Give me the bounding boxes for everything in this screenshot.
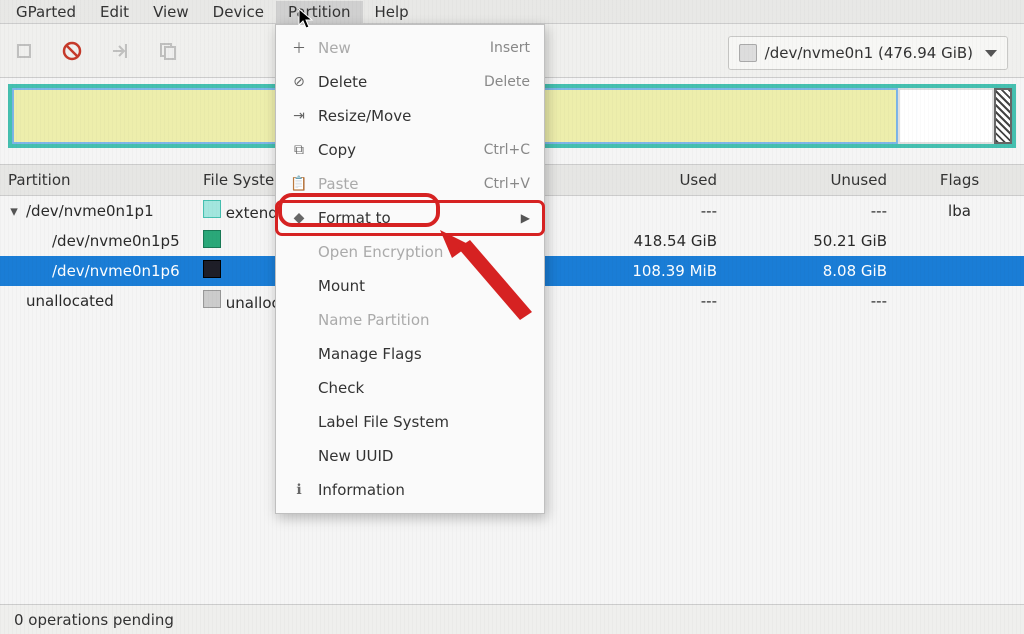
row-toggle[interactable]: ▾ [8,202,20,220]
unused-cell: --- [725,202,895,220]
menu-partition[interactable]: Partition [276,1,363,23]
menu-item-paste: 📋 Paste Ctrl+V [276,167,544,201]
menu-item-icon [290,277,308,295]
menu-item-icon: 📋 [290,175,308,193]
menu-item-icon [290,413,308,431]
disk-icon [739,44,757,62]
submenu-arrow-icon: ▶ [521,211,530,225]
col-unused[interactable]: Unused [725,171,895,189]
toolbar-resize-button[interactable] [106,37,134,65]
menu-item-label: Information [318,481,405,499]
menu-item-label: Paste [318,175,359,193]
menu-item-label: Copy [318,141,356,159]
menu-item-icon: ＋ [290,39,308,57]
menu-item-shortcut: Ctrl+C [484,142,530,158]
menu-gparted[interactable]: GParted [4,1,88,23]
menu-item-label: Name Partition [318,311,430,329]
partition-name: /dev/nvme0n1p1 [26,202,154,220]
toolbar-delete-button[interactable] [58,37,86,65]
menu-item-label: Open Encryption [318,243,443,261]
partition-menu: ＋ New Insert ⊘ Delete Delete ⇥ Resize/Move ⧉ Copy… [275,24,545,514]
menu-item-shortcut: Delete [484,74,530,90]
menu-item-label: Format to [318,209,391,227]
menu-item-icon [290,379,308,397]
menu-item-label: New [318,39,351,57]
menu-device[interactable]: Device [201,1,276,23]
menu-item-format-to[interactable]: ◆ Format to ▶ [276,201,544,235]
menu-item-open-encryption: Open Encryption [276,235,544,269]
menu-item-information[interactable]: ℹ Information [276,473,544,507]
toolbar-copy-button[interactable] [154,37,182,65]
menu-item-copy[interactable]: ⧉ Copy Ctrl+C [276,133,544,167]
menubar: GPartedEditViewDevicePartitionHelp [0,0,1024,24]
disk-seg-p6-used[interactable] [498,88,898,144]
col-flags[interactable]: Flags [895,171,1024,189]
partition-name: /dev/nvme0n1p5 [52,232,180,250]
menu-item-label: Check [318,379,364,397]
fs-swatch [203,230,221,248]
menu-help[interactable]: Help [363,1,421,23]
used-cell: --- [555,202,725,220]
menu-item-shortcut: Insert [490,40,530,56]
menu-edit[interactable]: Edit [88,1,141,23]
menu-item-delete[interactable]: ⊘ Delete Delete [276,65,544,99]
menu-item-manage-flags[interactable]: Manage Flags [276,337,544,371]
status-bar: 0 operations pending [0,604,1024,634]
unused-cell: 50.21 GiB [725,232,895,250]
unused-cell: 8.08 GiB [725,262,895,280]
fs-swatch [203,290,221,308]
menu-item-icon: ⇥ [290,107,308,125]
col-partition[interactable]: Partition [0,171,195,189]
chevron-down-icon [985,50,997,57]
unused-cell: --- [725,292,895,310]
menu-item-mount[interactable]: Mount [276,269,544,303]
menu-item-label: Manage Flags [318,345,422,363]
menu-item-label: Delete [318,73,367,91]
menu-item-icon: ℹ [290,481,308,499]
partition-name: unallocated [26,292,114,310]
menu-item-label: Resize/Move [318,107,411,125]
menu-item-icon [290,311,308,329]
menu-item-icon [290,447,308,465]
fs-swatch [203,200,221,218]
menu-item-name-partition: Name Partition [276,303,544,337]
disk-seg-unallocated[interactable] [994,88,1012,144]
used-cell: 418.54 GiB [555,232,725,250]
used-cell: --- [555,292,725,310]
toolbar-new-button[interactable] [10,37,38,65]
partition-name: /dev/nvme0n1p6 [52,262,180,280]
menu-item-icon: ⧉ [290,141,308,159]
menu-item-label: New UUID [318,447,393,465]
menu-item-icon: ⊘ [290,73,308,91]
menu-item-icon [290,243,308,261]
menu-item-shortcut: Ctrl+V [484,176,530,192]
used-cell: 108.39 MiB [555,262,725,280]
menu-item-label: Label File System [318,413,449,431]
menu-item-new: ＋ New Insert [276,31,544,65]
menu-item-check[interactable]: Check [276,371,544,405]
menu-item-new-uuid[interactable]: New UUID [276,439,544,473]
fs-swatch [203,260,221,278]
flags-cell: lba [895,202,1024,220]
menu-item-icon [290,345,308,363]
col-used[interactable]: Used [555,171,725,189]
menu-item-label: Mount [318,277,365,295]
menu-item-resize-move[interactable]: ⇥ Resize/Move [276,99,544,133]
menu-view[interactable]: View [141,1,201,23]
menu-item-label-file-system[interactable]: Label File System [276,405,544,439]
status-text: 0 operations pending [14,611,174,629]
device-selector-label: /dev/nvme0n1 (476.94 GiB) [765,44,973,62]
device-selector[interactable]: /dev/nvme0n1 (476.94 GiB) [728,36,1008,70]
disk-seg-p6-free[interactable] [898,88,994,144]
menu-item-icon: ◆ [290,209,308,227]
